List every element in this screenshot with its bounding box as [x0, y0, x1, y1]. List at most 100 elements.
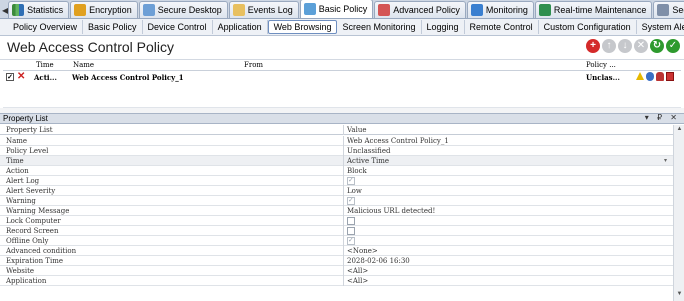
scroll-down-icon[interactable]: ▼ [675, 291, 684, 300]
security-icon [657, 4, 670, 16]
delete-policy-button[interactable]: ✕ [634, 39, 648, 53]
realtime-maintenance-icon [538, 4, 551, 16]
tab-advanced-policy[interactable]: Advanced Policy [374, 1, 466, 18]
row-checkbox[interactable]: ✓ [6, 73, 14, 81]
tab-realtime-maintenance[interactable]: Real-time Maintenance [534, 1, 653, 18]
property-value[interactable]: <All> [347, 267, 368, 275]
property-panel-title: Property List [3, 114, 48, 123]
property-value[interactable]: Low [347, 187, 362, 195]
row-time: Acti... [34, 73, 57, 82]
chevron-down-icon[interactable]: ▾ [664, 157, 667, 164]
property-value[interactable]: <None> [347, 247, 378, 255]
property-value[interactable]: Malicious URL detected! [347, 207, 435, 215]
property-value[interactable]: Web Access Control Policy_1 [347, 137, 449, 145]
tab-monitoring[interactable]: Monitoring [466, 1, 534, 18]
property-value[interactable]: 2028-02-06 16:30 [347, 257, 410, 265]
property-value[interactable]: Block [347, 167, 367, 175]
column-header-name[interactable]: Name [73, 61, 94, 69]
move-up-button[interactable]: ↑ [602, 39, 616, 53]
property-row-application[interactable]: Application <All> [0, 276, 673, 286]
panel-window-buttons[interactable]: ▾ ₽ ✕ [645, 113, 680, 122]
property-value[interactable]: <All> [347, 277, 368, 285]
close-icon: ✕ [636, 40, 646, 51]
property-key: Application [6, 277, 47, 285]
property-row-offline-only[interactable]: Offline Only [0, 236, 673, 246]
property-panel-header: Property List ▾ ₽ ✕ [0, 113, 684, 124]
save-button[interactable]: ✓ [666, 39, 680, 53]
tab-basic-policy[interactable]: Basic Policy [299, 0, 374, 18]
monitoring-icon [470, 4, 483, 16]
property-key: Offline Only [6, 237, 49, 245]
tab-secure-desktop[interactable]: Secure Desktop [138, 1, 228, 18]
disabled-x-icon: ✕ [17, 71, 26, 82]
property-column-header: Property List [6, 126, 53, 134]
property-row-warning[interactable]: Warning [0, 196, 673, 206]
subtab-application[interactable]: Application [213, 20, 268, 34]
arrow-up-icon: ↑ [606, 40, 612, 51]
check-icon: ✓ [668, 40, 678, 51]
warning-icon [636, 72, 644, 80]
toolbar: + ↑ ↓ ✕ ↻ ✓ [586, 39, 680, 53]
scroll-up-icon[interactable]: ▲ [675, 126, 684, 135]
basic-policy-icon [303, 3, 316, 15]
subtab-device-control[interactable]: Device Control [143, 20, 213, 34]
move-down-button[interactable]: ↓ [618, 39, 632, 53]
subtab-web-browsing[interactable]: Web Browsing [267, 20, 338, 34]
property-key: Alert Log [6, 177, 40, 185]
property-row-lock-computer[interactable]: Lock Computer [0, 216, 673, 226]
property-row-advanced-condition[interactable]: Advanced condition <None> [0, 246, 673, 256]
column-header-time[interactable]: Time [36, 61, 54, 69]
tab-label: Advanced Policy [393, 5, 460, 15]
row-action-icons [636, 72, 674, 81]
property-key: Time [6, 157, 24, 165]
warning-checkbox[interactable] [347, 196, 355, 205]
alert-log-checkbox[interactable] [347, 176, 355, 185]
property-key: Advanced condition [6, 247, 77, 255]
property-value[interactable]: Active Time [347, 157, 389, 165]
property-row-alert-severity[interactable]: Alert Severity Low [0, 186, 673, 196]
tab-label: Basic Policy [318, 4, 368, 14]
property-key: Expiration Time [6, 257, 63, 265]
subtab-policy-overview[interactable]: Policy Overview [8, 20, 84, 34]
property-row-policy-level[interactable]: Policy Level Unclassified [0, 146, 673, 156]
column-header-from[interactable]: From [244, 61, 263, 69]
subtab-custom-configuration[interactable]: Custom Configuration [539, 20, 637, 34]
property-row-record-screen[interactable]: Record Screen [0, 226, 673, 236]
property-row-action[interactable]: Action Block [0, 166, 673, 176]
tab-encryption[interactable]: Encryption [70, 1, 138, 18]
refresh-button[interactable]: ↻ [650, 39, 664, 53]
property-key: Website [6, 267, 35, 275]
main-tab-strip: ◀ Statistics Encryption Secure Desktop E… [0, 0, 684, 19]
property-value[interactable]: Unclassified [347, 147, 390, 155]
property-key: Name [6, 137, 28, 145]
encryption-icon [74, 4, 87, 16]
property-row-alert-log[interactable]: Alert Log [0, 176, 673, 186]
page-header: Web Access Control Policy + ↑ ↓ ✕ ↻ ✓ [0, 36, 684, 60]
tab-label: Events Log [247, 5, 293, 15]
property-scrollbar[interactable]: ▲ ▼ [673, 125, 684, 301]
table-row[interactable]: ✓ ✕ Acti... Web Access Control Policy_1 … [3, 71, 681, 83]
property-row-website[interactable]: Website <All> [0, 266, 673, 276]
record-screen-checkbox[interactable] [347, 227, 355, 235]
subtab-basic-policy[interactable]: Basic Policy [83, 20, 143, 34]
value-column-header: Value [347, 126, 367, 134]
property-row-time[interactable]: Time Active Time ▾ [0, 156, 673, 166]
subtab-logging[interactable]: Logging [422, 20, 465, 34]
tab-security[interactable]: Securit... [653, 1, 684, 18]
property-key: Warning [6, 197, 36, 205]
arrow-down-icon: ↓ [622, 40, 628, 51]
subtab-remote-control[interactable]: Remote Control [465, 20, 539, 34]
add-policy-button[interactable]: + [586, 39, 600, 53]
offline-only-checkbox[interactable] [347, 236, 355, 245]
column-header-policy-level[interactable]: Policy ... [586, 61, 616, 69]
subtab-system-alert[interactable]: System Alert [637, 20, 684, 34]
property-row-expiration-time[interactable]: Expiration Time 2028-02-06 16:30 [0, 256, 673, 266]
lock-computer-checkbox[interactable] [347, 217, 355, 225]
statistics-icon [12, 4, 25, 16]
subtab-screen-monitoring[interactable]: Screen Monitoring [337, 20, 422, 34]
property-row-name[interactable]: Name Web Access Control Policy_1 [0, 136, 673, 146]
property-row-warning-message[interactable]: Warning Message Malicious URL detected! [0, 206, 673, 216]
events-log-icon [232, 4, 245, 16]
tab-statistics[interactable]: Statistics [8, 1, 70, 18]
tab-events-log[interactable]: Events Log [228, 1, 299, 18]
